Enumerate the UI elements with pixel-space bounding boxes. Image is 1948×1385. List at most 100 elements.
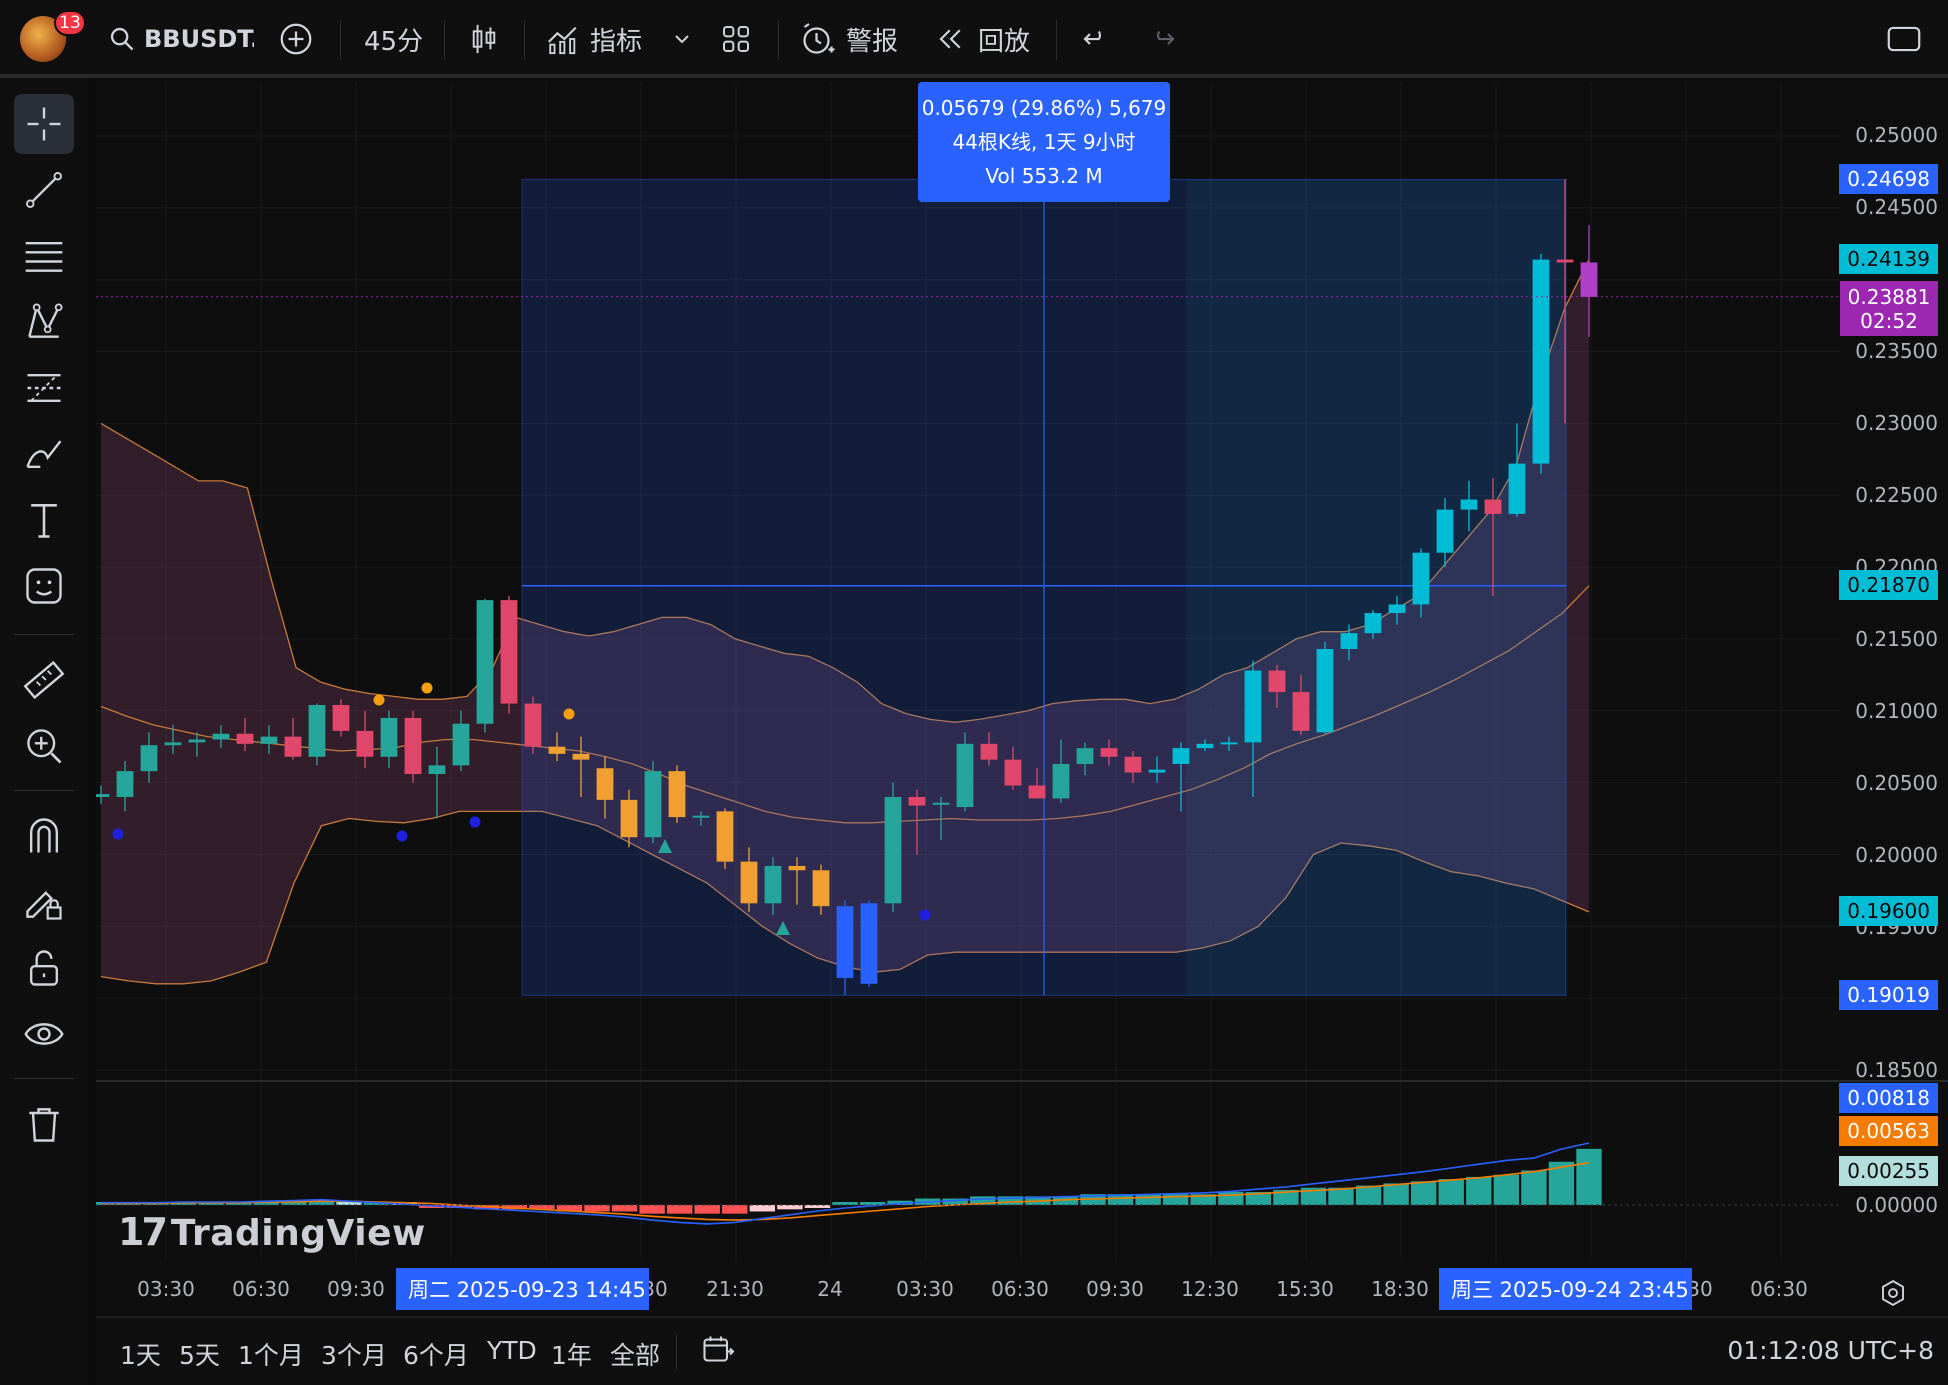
candle-body: [1388, 604, 1406, 614]
macd-histogram-bar: [1383, 1183, 1409, 1205]
symbol-search[interactable]: BBUSDT.I: [108, 0, 254, 78]
pane-separator[interactable]: [96, 1080, 1948, 1082]
candle-body: [1436, 509, 1454, 553]
blue-signal-dot: [112, 828, 124, 840]
indicators-dropdown[interactable]: [672, 0, 692, 78]
candle-body: [1316, 648, 1334, 733]
time-tick: 06:30: [1750, 1277, 1808, 1301]
range-1m[interactable]: 1个月: [238, 1336, 304, 1372]
candle-body: [620, 799, 638, 838]
fib-tool[interactable]: [14, 358, 74, 418]
trash-icon: [29, 1108, 59, 1142]
candle: [476, 598, 494, 733]
candle-body: [1100, 748, 1118, 757]
blue-signal-dot: [396, 830, 408, 842]
macd-histogram-bar: [666, 1205, 693, 1214]
time-tick: 06:30: [991, 1277, 1049, 1301]
bottom-toolbar: 1天 5天 1个月 3个月 6个月 YTD 1年 全部 01:12:08 UTC…: [96, 1316, 1948, 1385]
layouts-button[interactable]: [720, 0, 752, 78]
fullscreen-button[interactable]: [1886, 0, 1922, 78]
trend-line-tool[interactable]: [14, 160, 74, 220]
candle: [956, 732, 974, 812]
indicators-button[interactable]: 指标: [546, 0, 642, 78]
candle-body: [716, 811, 734, 862]
brush-icon: [26, 440, 62, 469]
horizontal-lines-tool[interactable]: [14, 226, 74, 286]
chart-type-button[interactable]: [468, 0, 500, 78]
crosshair-tool[interactable]: [14, 94, 74, 154]
alarm-clock-icon: [803, 23, 835, 54]
measure-bars: 44根K线, 1天 9小时: [952, 130, 1136, 154]
compare-button[interactable]: [278, 0, 314, 78]
indicators-label: 指标: [590, 26, 643, 57]
macd-histogram-bar: [1576, 1148, 1602, 1205]
utc-clock[interactable]: 01:12:08 UTC+8: [1727, 1336, 1934, 1365]
ruler-tool[interactable]: [14, 650, 74, 710]
redo-button[interactable]: [1148, 0, 1178, 78]
range-1y[interactable]: 1年: [551, 1336, 592, 1372]
search-icon: [110, 27, 134, 51]
candle-body: [96, 794, 110, 797]
time-tick: 03:30: [137, 1277, 195, 1301]
range-ytd[interactable]: YTD: [487, 1336, 537, 1365]
measure-low-tag: 0.19019: [1839, 980, 1938, 1010]
candle-body: [500, 600, 518, 704]
price-tick: 0.24500: [1855, 195, 1938, 219]
macd-histogram-bar: [1135, 1194, 1161, 1205]
candle-body: [308, 705, 326, 757]
candle-body: [1364, 613, 1382, 634]
range-1d[interactable]: 1天: [120, 1336, 161, 1372]
crosshair-icon: [27, 107, 61, 141]
magnet-tool[interactable]: [14, 806, 74, 866]
pattern-tool[interactable]: [14, 292, 74, 352]
redo-icon: [1156, 30, 1175, 45]
alerts-button[interactable]: 警报: [800, 0, 898, 78]
candle-body: [668, 771, 686, 818]
remove-drawings-tool[interactable]: [14, 1094, 74, 1154]
chart-settings-button[interactable]: [1878, 1278, 1908, 1312]
watermark-text: TradingView: [170, 1213, 426, 1254]
candle-body: [188, 739, 206, 743]
candle: [308, 703, 326, 766]
last-price-tag: 0.23881 02:52: [1840, 281, 1938, 336]
brush-tool[interactable]: [14, 424, 74, 484]
hide-drawings-tool[interactable]: [14, 1004, 74, 1064]
macd-histogram-bar: [777, 1205, 803, 1210]
zoom-tool[interactable]: [14, 716, 74, 776]
candle-body: [596, 768, 614, 800]
range-3m[interactable]: 3个月: [321, 1336, 387, 1372]
emoji-tool[interactable]: [14, 556, 74, 616]
time-tick: 18:30: [1371, 1277, 1429, 1301]
date-range-button[interactable]: [700, 1332, 736, 1372]
replay-button[interactable]: 回放: [936, 0, 1030, 78]
range-5d[interactable]: 5天: [179, 1336, 220, 1372]
candle-body: [1172, 748, 1190, 764]
upper-band-tag: 0.24139: [1839, 244, 1938, 274]
candle-body: [524, 703, 542, 747]
candle-body: [740, 861, 758, 904]
range-start-time-tag: 周二 2025-09-23 14:45: [396, 1268, 649, 1310]
price-tick: 0.18500: [1855, 1058, 1938, 1082]
zoom-in-icon: [27, 729, 62, 764]
undo-button[interactable]: [1080, 0, 1110, 78]
range-all[interactable]: 全部: [610, 1336, 660, 1372]
lock-all-tool[interactable]: [14, 938, 74, 998]
price-tick: 0.20000: [1855, 843, 1938, 867]
lock-drawings-tool[interactable]: [14, 872, 74, 932]
price-tick: 0.23500: [1855, 339, 1938, 363]
candle-body: [860, 903, 878, 984]
text-tool[interactable]: [14, 490, 74, 550]
price-chart[interactable]: [96, 80, 1948, 1316]
chart-area[interactable]: [96, 80, 1948, 1316]
macd-histogram-bar: [722, 1205, 748, 1214]
pattern-icon: [28, 303, 63, 338]
candle-body: [1556, 259, 1574, 263]
candle: [644, 761, 662, 843]
interval-button[interactable]: 45分: [364, 0, 423, 78]
lock-drawing-icon: [26, 891, 62, 920]
range-6m[interactable]: 6个月: [403, 1336, 469, 1372]
tradingview-watermark[interactable]: 17 TradingView: [118, 1210, 426, 1254]
candle-body: [788, 865, 806, 871]
candle-body: [380, 717, 398, 757]
top-toolbar: 13 BBUSDT.I 45分 指标 警报 回放: [0, 0, 1948, 78]
